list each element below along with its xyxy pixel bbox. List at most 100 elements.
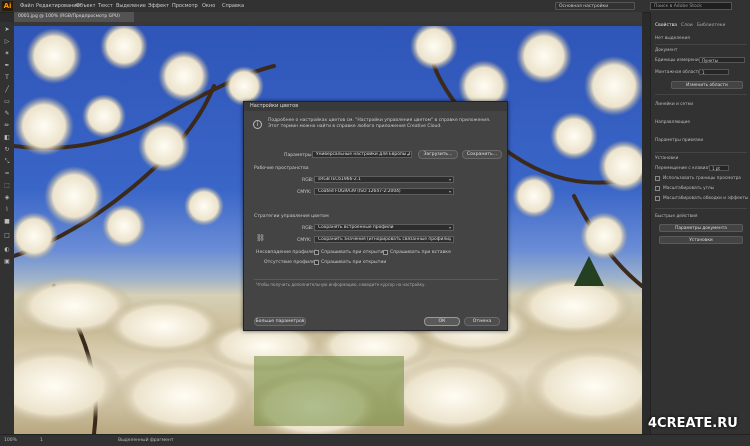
ask-open-mismatch-checkbox[interactable] <box>314 250 319 255</box>
properties-panel: Свойства Слои Библиотеки Нет выделения Д… <box>650 12 750 434</box>
edit-artboards-button[interactable]: Изменить области <box>671 81 743 89</box>
screen-mode-icon[interactable]: ▣ <box>3 258 11 266</box>
preview-bounds-checkbox[interactable] <box>655 176 660 181</box>
units-select[interactable]: Пункты <box>699 57 745 63</box>
scale-corners-label: Масштабировать углы <box>663 186 715 191</box>
status-mode[interactable]: Выделенный фрагмент <box>118 435 174 446</box>
menu-edit[interactable]: Редактирование <box>36 0 80 12</box>
divider <box>655 152 747 153</box>
divider <box>655 44 747 45</box>
preset-label: Параметры: <box>284 153 314 158</box>
eyedropper-tool-icon[interactable]: ⌇ <box>3 206 11 214</box>
hint-text: Чтобы получить дополнительную информацию… <box>256 282 426 287</box>
cmyk-label: CMYK: <box>297 190 312 195</box>
scale-strokes-checkbox[interactable] <box>655 196 660 201</box>
menu-help[interactable]: Справка <box>222 0 244 12</box>
magic-wand-tool-icon[interactable]: ✶ <box>3 50 11 58</box>
missing-label: Отсутствие профилей: <box>264 260 320 265</box>
guides-label: Направляющие <box>655 120 690 125</box>
ask-open-missing-checkbox[interactable] <box>314 260 319 265</box>
menu-select[interactable]: Выделение <box>116 0 146 12</box>
ok-button[interactable]: ОК <box>424 317 460 326</box>
ask-open-missing-label: Спрашивать при открытии <box>321 260 387 265</box>
menu-type[interactable]: Текст <box>98 0 113 12</box>
paintbrush-tool-icon[interactable]: ✎ <box>3 110 11 118</box>
policy-cmyk-label: CMYK: <box>297 238 312 243</box>
policy-rgb-label: RGB: <box>302 226 314 231</box>
save-settings-button[interactable]: Сохранить... <box>462 150 502 159</box>
cmyk-working-space-select[interactable]: Coated FOGRA39 (ISO 12647-2:2004) <box>314 188 454 195</box>
divider <box>254 279 498 280</box>
warp-tool-icon[interactable]: ≈ <box>3 170 11 178</box>
working-spaces-heading: Рабочие пространства <box>254 166 309 171</box>
app-logo: Ai <box>2 1 13 11</box>
quick-actions-title: Быстрые действия <box>655 214 698 219</box>
dialog-info-text: Подробнее о настройках цветов см. "Настр… <box>268 118 491 129</box>
preferences-section-title: Установки <box>655 156 679 161</box>
load-button[interactable]: Загрузить... <box>418 150 458 159</box>
pen-tool-icon[interactable]: ✒ <box>3 62 11 70</box>
document-setup-button[interactable]: Параметры документа <box>659 224 743 232</box>
tab-libraries[interactable]: Библиотеки <box>697 21 725 30</box>
artboard-number[interactable]: 1 <box>40 435 43 446</box>
rgb-working-space-select[interactable]: sRGB IEC61966-2.1 <box>314 176 454 183</box>
workspace-switcher[interactable]: Основная настройки <box>555 2 635 10</box>
scale-corners-checkbox[interactable] <box>655 186 660 191</box>
rgb-label: RGB: <box>302 178 314 183</box>
eraser-tool-icon[interactable]: ◧ <box>3 134 11 142</box>
menu-effect[interactable]: Эффект <box>148 0 169 12</box>
policy-cmyk-select[interactable]: Сохранить значения (игнорировать связанн… <box>314 236 454 243</box>
menu-object[interactable]: Объект <box>76 0 96 12</box>
rulers-grids-label: Линейки и сетки <box>655 102 694 107</box>
ask-open-mismatch-label: Спрашивать при открытии <box>321 250 387 255</box>
preferences-button[interactable]: Установки <box>659 236 743 244</box>
preview-bounds-label: Использовать границы просмотра <box>663 176 741 181</box>
rectangle-tool-icon[interactable]: ▭ <box>3 98 11 106</box>
shape-builder-tool-icon[interactable]: ◈ <box>3 194 11 202</box>
snap-options-label: Параметры привязки <box>655 138 704 143</box>
fill-swatch-icon[interactable]: ■ <box>3 218 11 226</box>
ask-paste-label: Спрашивать при вставке <box>390 250 451 255</box>
policy-rgb-select[interactable]: Сохранять встроенные профили <box>314 224 454 231</box>
info-icon: i <box>253 120 262 129</box>
free-transform-tool-icon[interactable]: ⬚ <box>3 182 11 190</box>
type-tool-icon[interactable]: T <box>3 74 11 82</box>
divider <box>655 94 747 95</box>
rotate-tool-icon[interactable]: ↻ <box>3 146 11 154</box>
mismatch-label: Несовпадение профилей: <box>256 250 319 255</box>
stock-search-input[interactable]: Поиск в Adobe Stock <box>650 2 732 10</box>
pencil-tool-icon[interactable]: ✏ <box>3 122 11 130</box>
menu-file[interactable]: Файл <box>20 0 34 12</box>
cancel-button[interactable]: Отмена <box>464 317 500 326</box>
document-tab[interactable]: 0001.jpg @ 100% (RGB/Предпросмотр GPU) <box>14 12 134 22</box>
color-settings-dialog: Настройки цветов i Подробнее о настройка… <box>243 101 508 331</box>
link-icon: ⛓ <box>256 234 265 242</box>
tools-panel: ➤ ▷ ✶ ✒ T ╱ ▭ ✎ ✏ ◧ ↻ ⤡ ≈ ⬚ ◈ ⌇ ■ □ ◐ ▣ <box>0 22 15 434</box>
no-selection-label: Нет выделения <box>655 36 690 41</box>
menu-view[interactable]: Просмотр <box>172 0 198 12</box>
menu-window[interactable]: Окно <box>202 0 215 12</box>
draw-mode-icon[interactable]: ◐ <box>3 246 11 254</box>
document-section-title: Документ <box>655 48 678 53</box>
dialog-title: Настройки цветов <box>244 102 507 111</box>
ask-paste-checkbox[interactable] <box>383 250 388 255</box>
policies-heading: Стратегии управления цветом <box>254 214 329 219</box>
scale-strokes-label: Масштабировать обводки и эффекты <box>663 196 749 201</box>
selection-tool-icon[interactable]: ➤ <box>3 26 11 34</box>
units-label: Единицы измерения: <box>655 58 703 63</box>
preset-select[interactable]: Универсальные настройки для Европы 3 <box>312 151 412 158</box>
more-options-button[interactable]: Больше параметров <box>254 317 306 326</box>
status-bar: 100% 1 Выделенный фрагмент <box>0 434 750 446</box>
artboard-label: Монтажная область: <box>655 70 703 75</box>
zoom-level[interactable]: 100% <box>4 435 17 446</box>
artboard-select[interactable]: 1 <box>699 69 729 75</box>
scale-tool-icon[interactable]: ⤡ <box>3 158 11 166</box>
tab-layers[interactable]: Слои <box>681 21 693 30</box>
keyboard-increment-field[interactable]: 1 pt <box>709 165 729 171</box>
stroke-swatch-icon[interactable]: □ <box>3 232 11 240</box>
site-watermark: 4CREATE.RU <box>648 416 738 431</box>
tab-properties[interactable]: Свойства <box>655 21 677 30</box>
line-tool-icon[interactable]: ╱ <box>3 86 11 94</box>
divider <box>655 208 747 209</box>
direct-selection-tool-icon[interactable]: ▷ <box>3 38 11 46</box>
